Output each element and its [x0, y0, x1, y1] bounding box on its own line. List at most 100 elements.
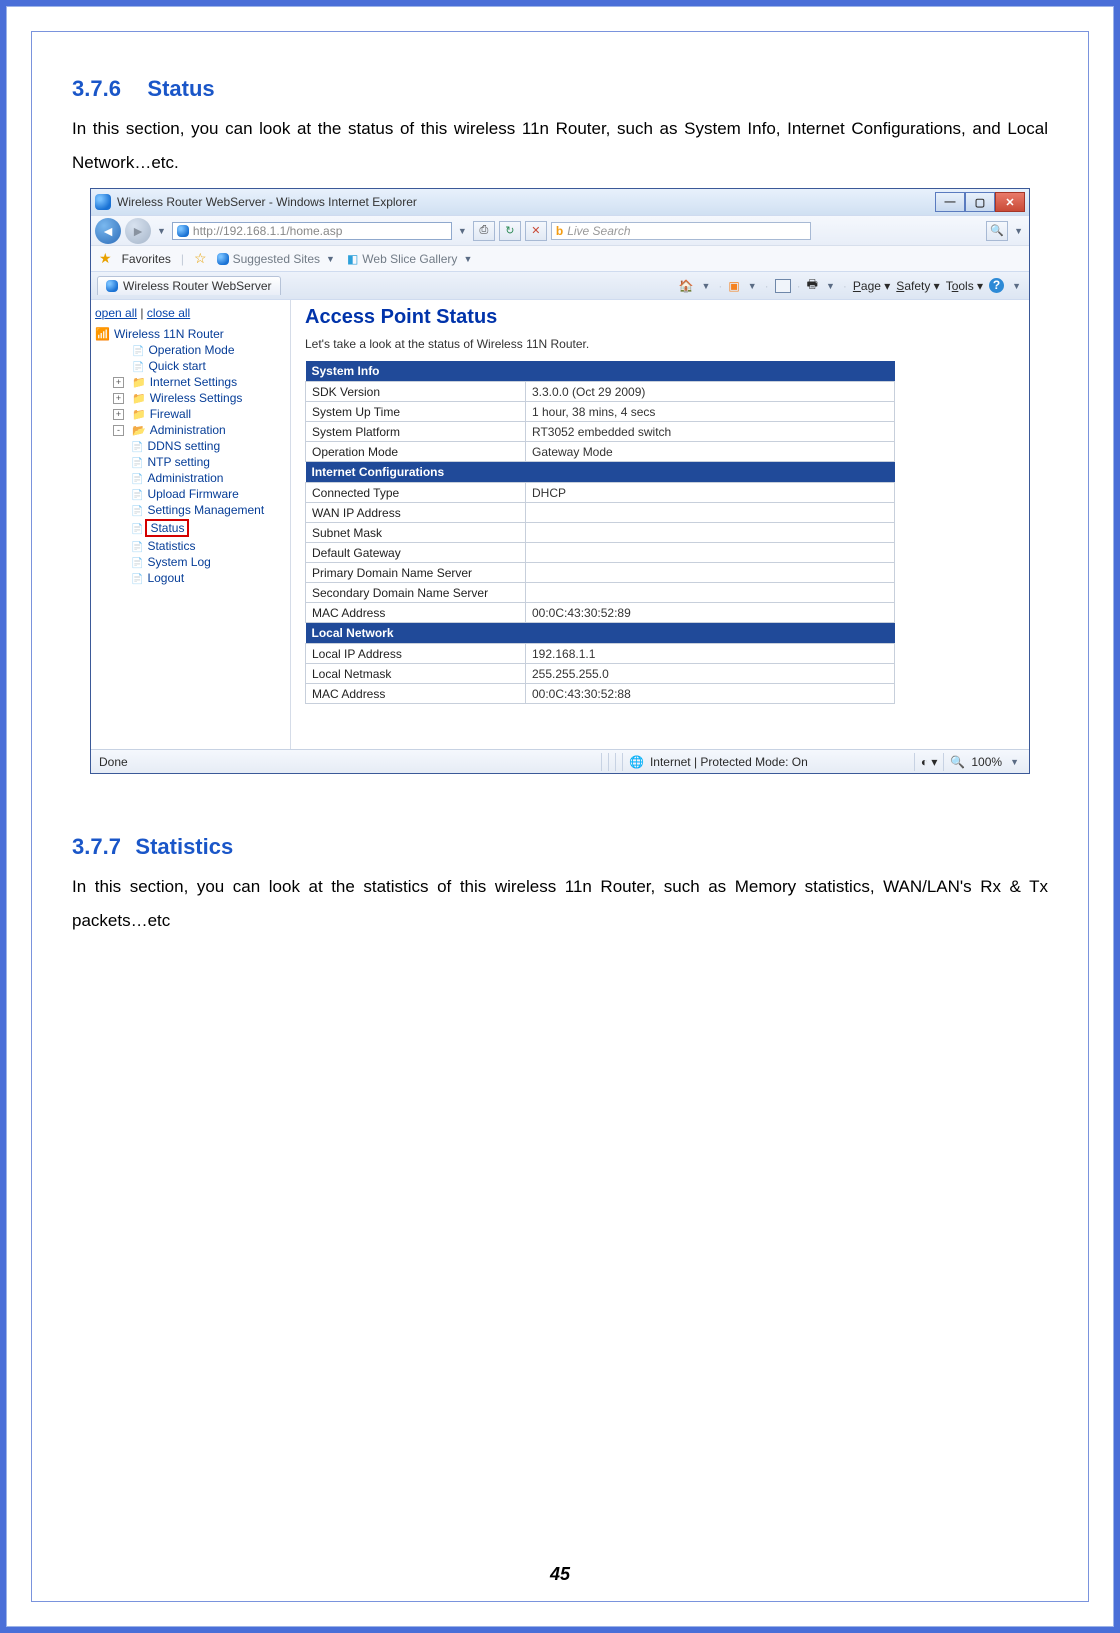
row-value: RT3052 embedded switch — [526, 422, 895, 442]
search-box[interactable]: b Live Search — [551, 222, 811, 240]
zoom-level[interactable]: 100% — [971, 755, 1002, 769]
tree-item[interactable]: + Internet Settings — [95, 374, 286, 390]
expander-icon[interactable]: + — [113, 377, 124, 388]
ie-tab-bar: Wireless Router WebServer 🏠▼ · ▣▼ · · 🖶▼… — [91, 271, 1029, 299]
table-section-header: Internet Configurations — [306, 462, 895, 483]
row-value: 00:0C:43:30:52:88 — [526, 684, 895, 704]
ie-favorites-bar: ★ Favorites | ☆ Suggested Sites ▼ ◧ Web … — [91, 245, 1029, 271]
file-icon — [132, 359, 144, 373]
help-icon[interactable]: ? — [989, 278, 1004, 293]
expander-icon[interactable]: + — [113, 393, 124, 404]
close-all-link[interactable]: close all — [147, 306, 190, 320]
page-subtitle: Let's take a look at the status of Wirel… — [305, 337, 1015, 351]
expander-icon[interactable]: - — [113, 425, 124, 436]
search-placeholder: Live Search — [567, 224, 630, 238]
tree-label: Wireless Settings — [150, 391, 243, 405]
forward-button[interactable]: ► — [125, 218, 151, 244]
page-mode-icon[interactable]: ◐ ▾ — [921, 755, 938, 769]
table-row: System PlatformRT3052 embedded switch — [306, 422, 895, 442]
tree-item[interactable]: Operation Mode — [95, 342, 286, 358]
search-drop-icon[interactable]: ▼ — [1012, 226, 1025, 236]
close-button[interactable]: ✕ — [995, 192, 1025, 212]
folder-icon — [132, 407, 146, 421]
table-row: Operation ModeGateway Mode — [306, 442, 895, 462]
back-button[interactable]: ◄ — [95, 218, 121, 244]
zoom-icon[interactable]: 🔍 — [950, 755, 965, 769]
tree-label: System Log — [147, 555, 210, 569]
tree-item[interactable]: Logout — [95, 570, 286, 586]
compat-button[interactable]: ⎙ — [473, 221, 495, 241]
row-value — [526, 523, 895, 543]
tree-item[interactable]: NTP setting — [95, 454, 286, 470]
ie-icon-small — [217, 253, 229, 265]
file-icon — [131, 539, 143, 553]
tree-item[interactable]: + Firewall — [95, 406, 286, 422]
open-all-link[interactable]: open all — [95, 306, 137, 320]
tree-label: Statistics — [147, 539, 195, 553]
suggested-sites-link[interactable]: Suggested Sites ▼ — [217, 252, 337, 266]
row-value — [526, 503, 895, 523]
favorites-star-icon[interactable]: ★ — [99, 250, 112, 267]
table-row: Subnet Mask — [306, 523, 895, 543]
expander-icon[interactable]: + — [113, 409, 124, 420]
feeds-icon[interactable]: ▣ — [728, 279, 739, 293]
row-value — [526, 563, 895, 583]
table-row: Primary Domain Name Server — [306, 563, 895, 583]
tree-item[interactable]: + Wireless Settings — [95, 390, 286, 406]
address-drop-icon[interactable]: ▼ — [456, 226, 469, 236]
row-key: Local Netmask — [306, 664, 526, 684]
file-icon — [131, 521, 143, 535]
section-377-heading: 3.7.7 Statistics — [72, 834, 1048, 860]
status-table: System InfoSDK Version3.3.0.0 (Oct 29 20… — [305, 361, 895, 704]
search-go-button[interactable]: 🔍 — [986, 221, 1008, 241]
webslice-link[interactable]: ◧ Web Slice Gallery ▼ — [347, 252, 474, 266]
table-section-header: System Info — [306, 361, 895, 382]
row-key: Local IP Address — [306, 644, 526, 664]
suggested-star-icon: ☆ — [194, 250, 207, 267]
row-value — [526, 583, 895, 603]
table-row: Connected TypeDHCP — [306, 483, 895, 503]
favorites-label[interactable]: Favorites — [122, 252, 171, 266]
print-icon[interactable]: 🖶 — [807, 275, 818, 296]
tree-root[interactable]: 📶 Wireless 11N Router — [95, 326, 286, 342]
tree-item[interactable]: Settings Management — [95, 502, 286, 518]
zoom-drop-icon[interactable]: ▼ — [1008, 757, 1021, 767]
minimize-button[interactable]: — — [935, 192, 965, 212]
tree-item[interactable]: System Log — [95, 554, 286, 570]
tree-item[interactable]: DDNS setting — [95, 438, 286, 454]
maximize-button[interactable]: ▢ — [965, 192, 995, 212]
tree-label: Logout — [147, 571, 184, 585]
browser-tab[interactable]: Wireless Router WebServer — [97, 276, 281, 295]
table-row: WAN IP Address — [306, 503, 895, 523]
home-icon[interactable]: 🏠 — [679, 279, 694, 293]
table-row: Local Netmask255.255.255.0 — [306, 664, 895, 684]
page-menu[interactable]: Page ▾ — [853, 279, 890, 293]
tree-item[interactable]: Statistics — [95, 538, 286, 554]
section-376-body: In this section, you can look at the sta… — [72, 112, 1048, 180]
tree-label: Administration — [150, 423, 226, 437]
safety-menu[interactable]: Safety ▾ — [896, 279, 939, 293]
row-value: 192.168.1.1 — [526, 644, 895, 664]
tree-item[interactable]: Administration — [95, 470, 286, 486]
row-key: Subnet Mask — [306, 523, 526, 543]
ie-content: open all | close all 📶 Wireless 11N Rout… — [91, 299, 1029, 749]
row-value — [526, 543, 895, 563]
readmail-icon[interactable] — [775, 279, 791, 293]
row-key: SDK Version — [306, 382, 526, 402]
tree-item[interactable]: Status — [95, 518, 286, 538]
row-value: 3.3.0.0 (Oct 29 2009) — [526, 382, 895, 402]
bing-icon: b — [556, 224, 563, 238]
tree-item[interactable]: Quick start — [95, 358, 286, 374]
row-value: DHCP — [526, 483, 895, 503]
refresh-button[interactable]: ↻ — [499, 221, 521, 241]
stop-button[interactable]: ✕ — [525, 221, 547, 241]
page-title: Access Point Status — [305, 306, 1015, 329]
table-row: Secondary Domain Name Server — [306, 583, 895, 603]
tree-item[interactable]: Upload Firmware — [95, 486, 286, 502]
page-icon — [177, 225, 189, 237]
tools-menu[interactable]: Tools ▾ — [946, 279, 983, 293]
history-dropdown[interactable]: ▼ — [155, 226, 168, 236]
address-bar[interactable]: http://192.168.1.1/home.asp — [172, 222, 452, 240]
tree-item[interactable]: - Administration — [95, 422, 286, 438]
row-value: 255.255.255.0 — [526, 664, 895, 684]
